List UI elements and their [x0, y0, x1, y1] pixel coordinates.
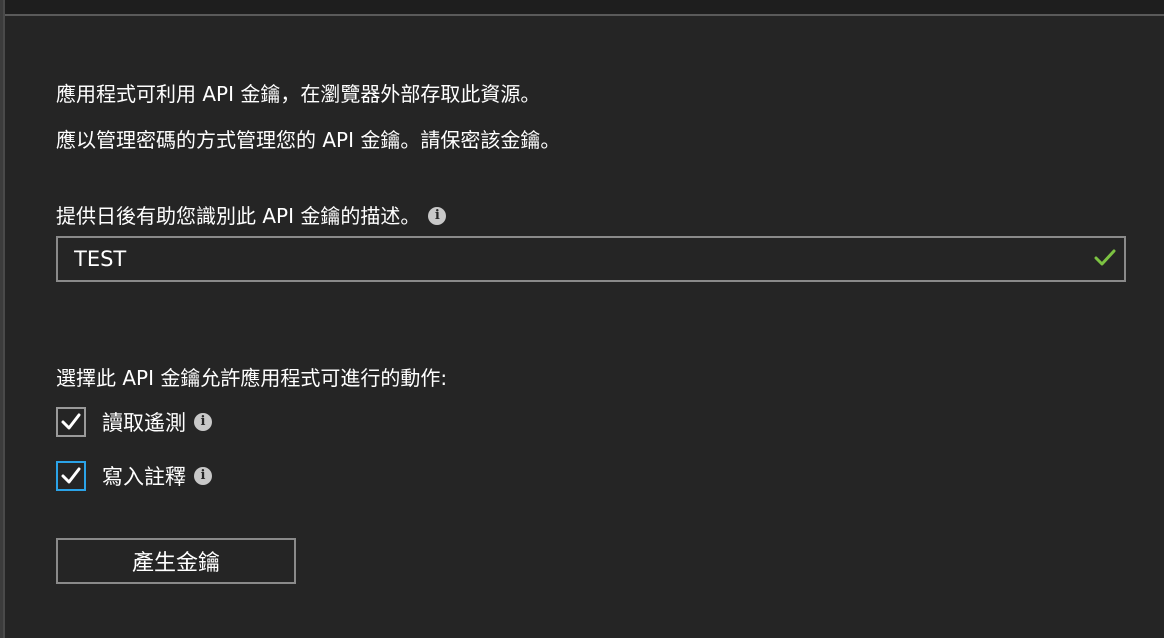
api-key-form: 應用程式可利用 API 金鑰，在瀏覽器外部存取此資源。 應以管理密碼的方式管理您…: [56, 78, 1126, 584]
valid-check-icon: [1094, 249, 1116, 266]
info-icon[interactable]: i: [428, 207, 447, 225]
intro-text-access: 應用程式可利用 API 金鑰，在瀏覽器外部存取此資源。: [56, 82, 541, 106]
intro-text-secret: 應以管理密碼的方式管理您的 API 金鑰。請保密該金鑰。: [56, 128, 561, 152]
description-field-container: [56, 236, 1126, 282]
write-annotations-label: 寫入註釋: [102, 465, 186, 489]
checkmark-icon: [61, 413, 81, 430]
read-telemetry-label: 讀取遙測: [102, 411, 186, 435]
left-panel-border: [0, 0, 5, 638]
description-input[interactable]: [58, 238, 1074, 280]
permission-write-annotations[interactable]: 寫入註釋 i: [56, 458, 1126, 494]
description-label: 提供日後有助您識別此 API 金鑰的描述。: [56, 204, 421, 228]
write-annotations-checkbox[interactable]: [56, 461, 86, 491]
api-key-panel: 應用程式可利用 API 金鑰，在瀏覽器外部存取此資源。 應以管理密碼的方式管理您…: [0, 0, 1164, 638]
permission-read-telemetry[interactable]: 讀取遙測 i: [56, 404, 1126, 440]
generate-key-button[interactable]: 產生金鑰: [56, 538, 296, 584]
top-header-strip: [0, 0, 1164, 16]
read-telemetry-checkbox[interactable]: [56, 407, 86, 437]
checkmark-icon: [61, 467, 81, 484]
info-icon[interactable]: i: [194, 413, 212, 431]
description-label-row: 提供日後有助您識別此 API 金鑰的描述。 i: [56, 200, 1126, 232]
info-icon[interactable]: i: [194, 467, 212, 485]
permissions-heading: 選擇此 API 金鑰允許應用程式可進行的動作:: [56, 366, 448, 390]
